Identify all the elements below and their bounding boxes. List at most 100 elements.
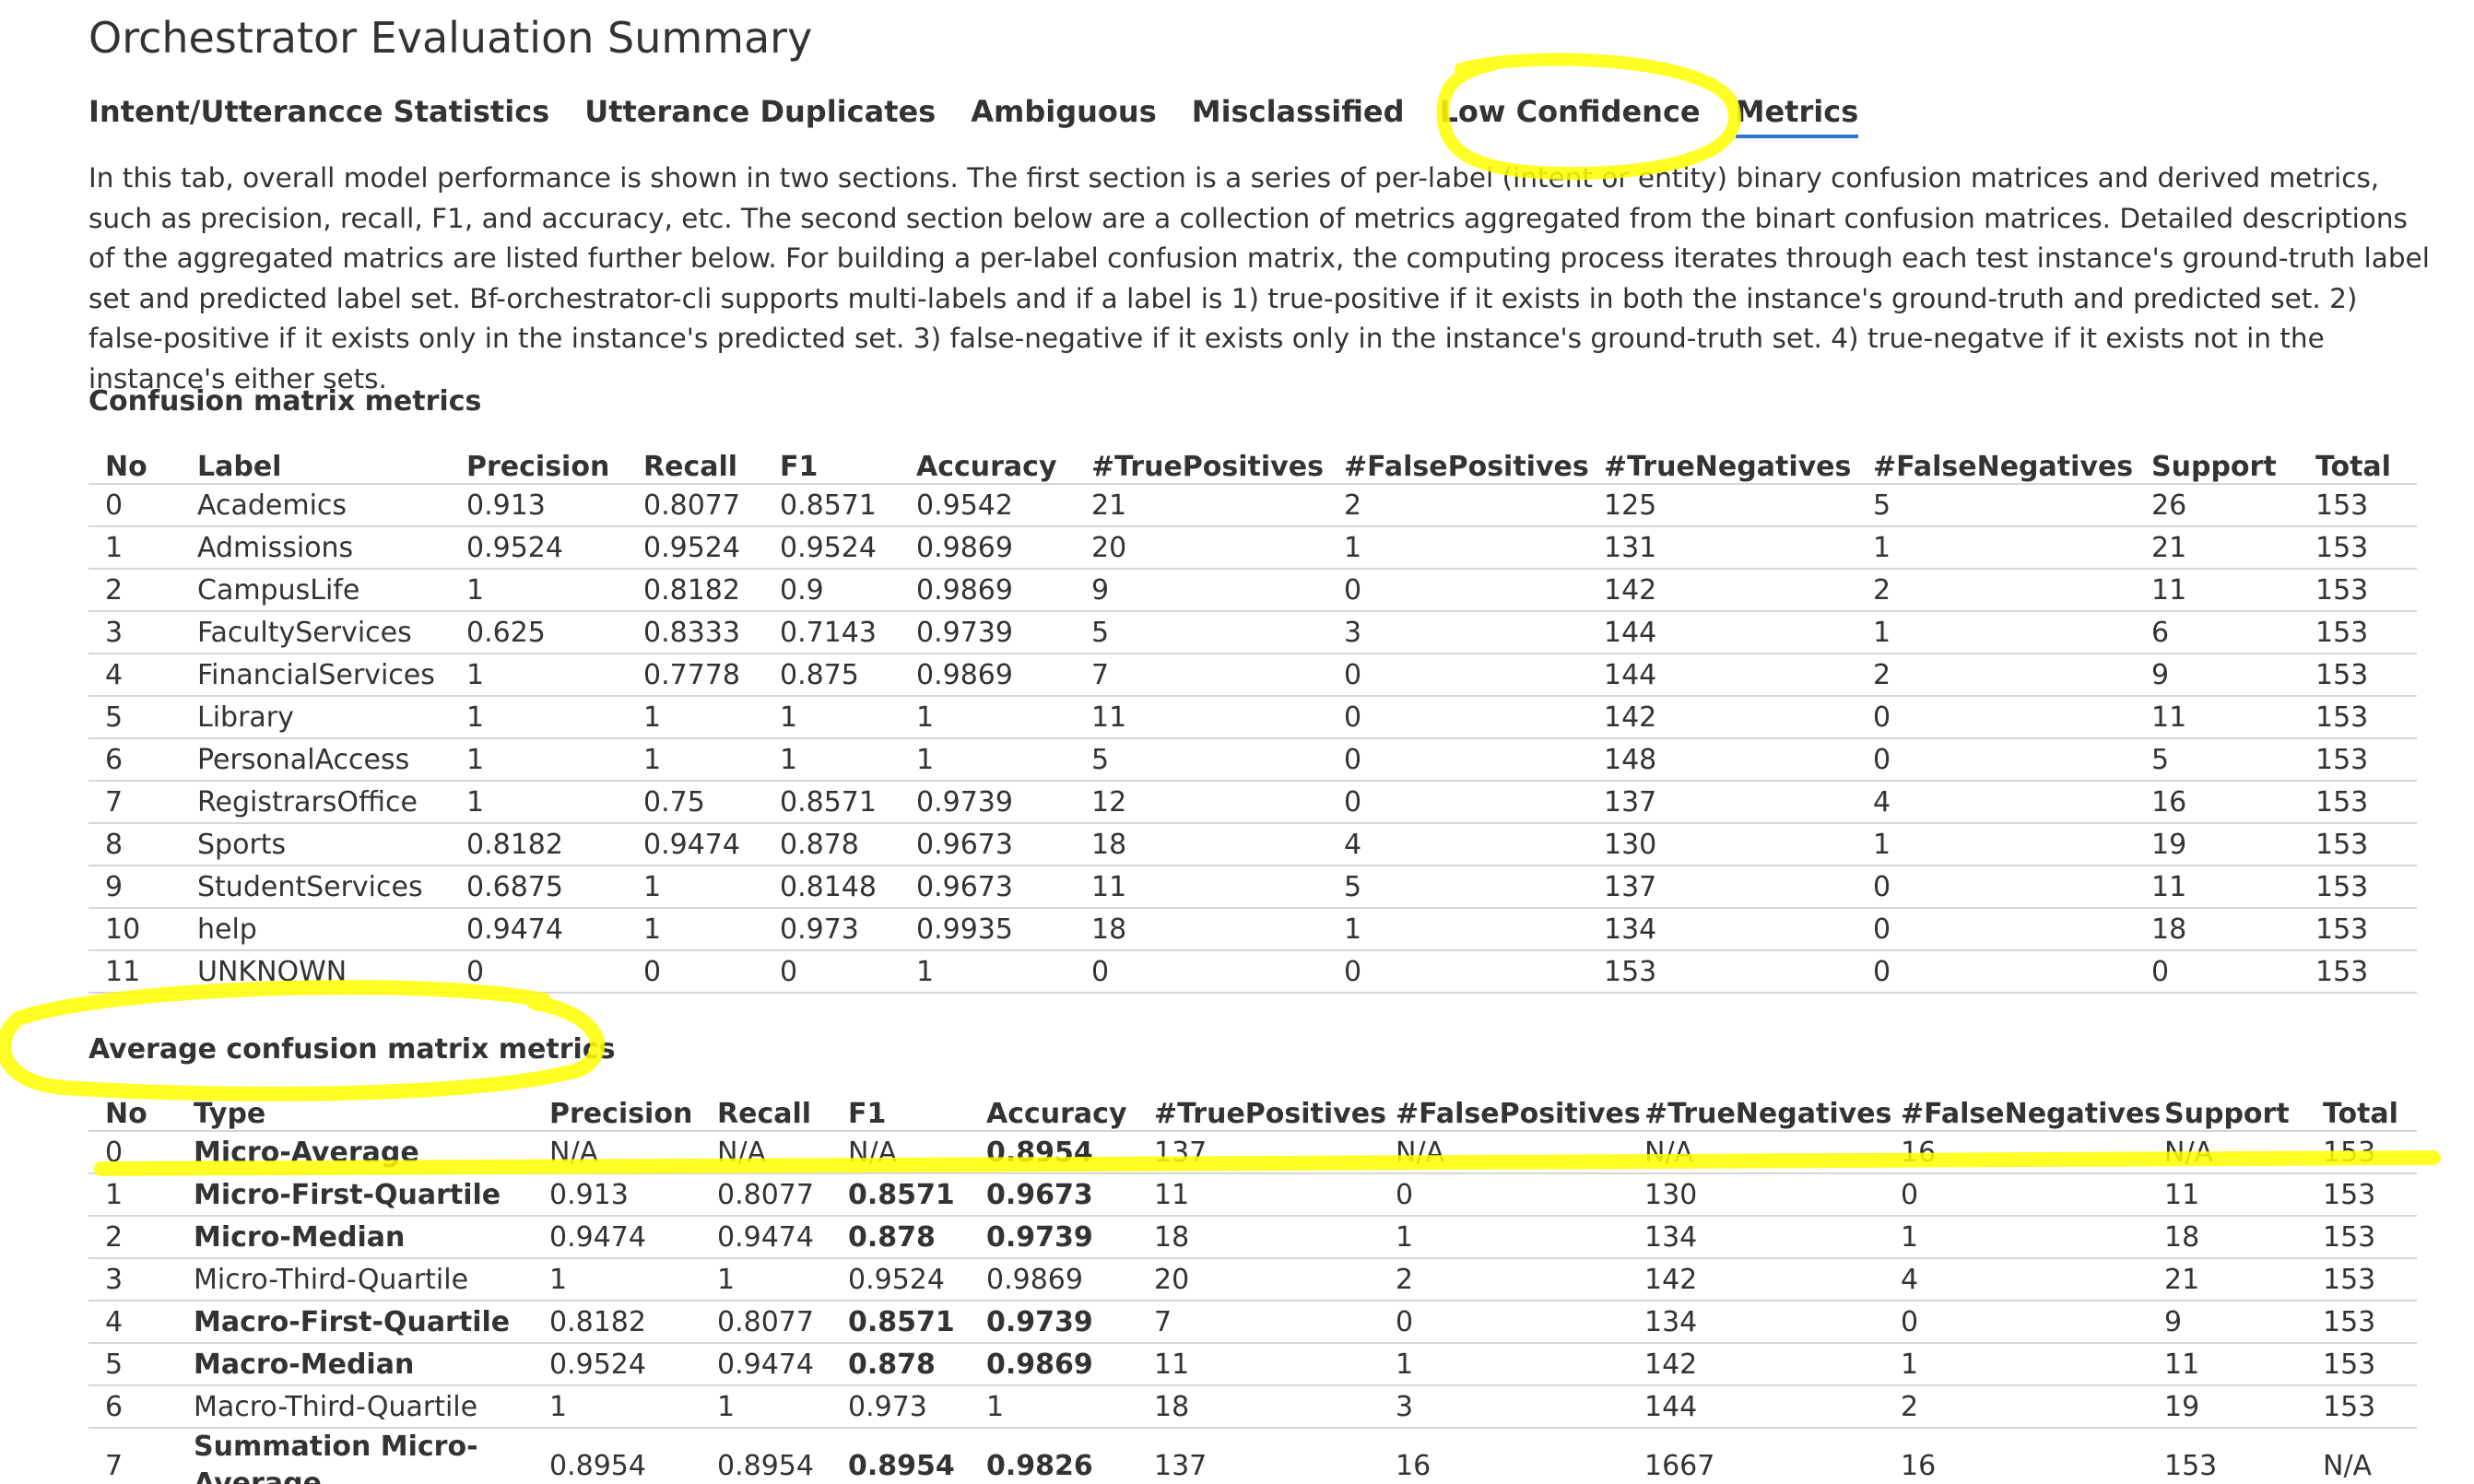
table-cell: 1 xyxy=(1884,1343,2148,1386)
table-cell: 0.9739 xyxy=(970,1216,1137,1259)
average-table-row: 4 Macro-First-Quartile 0.8182 0.8077 0.8571 0… xyxy=(88,1301,2417,1344)
table-cell: 0.9869 xyxy=(900,526,1075,570)
table-cell: 5 xyxy=(88,696,181,739)
column-header-falsepositives: #FalsePositives xyxy=(1379,1086,1641,1132)
table-cell: 5 xyxy=(1075,611,1327,654)
table-cell: 16 xyxy=(1379,1428,1628,1484)
tab-metrics[interactable]: Metrics xyxy=(1735,94,1859,138)
table-cell: Admissions xyxy=(181,526,450,570)
table-cell: 1 xyxy=(627,696,763,739)
table-cell: 5 xyxy=(1327,866,1587,909)
table-cell: 21 xyxy=(1075,484,1327,527)
table-cell: 4 xyxy=(88,1301,177,1344)
tab-utterance-duplicates[interactable]: Utterance Duplicates xyxy=(584,94,936,138)
table-cell: 142 xyxy=(1628,1258,1884,1301)
table-cell: 153 xyxy=(2299,696,2417,739)
confusion-table-row: 2 CampusLife 1 0.8182 0.9 0.9869 9 0 142 2 11 153 xyxy=(88,569,2417,612)
column-header-accuracy: Accuracy xyxy=(900,439,1075,485)
tab-low-confidence[interactable]: Low Confidence xyxy=(1440,94,1701,138)
table-cell: 153 xyxy=(2306,1131,2417,1174)
average-table-row: 1 Micro-First-Quartile 0.913 0.8077 0.8571 0.… xyxy=(88,1173,2417,1217)
tab-misclassified[interactable]: Misclassified xyxy=(1192,94,1405,138)
table-cell: 0.8954 xyxy=(701,1428,831,1484)
table-cell: 0 xyxy=(1884,1173,2148,1217)
table-cell: 1 xyxy=(763,738,900,782)
column-header-no: No xyxy=(88,1086,177,1132)
table-cell: 8 xyxy=(88,823,181,866)
table-cell: 1 xyxy=(1327,526,1587,570)
table-cell: Macro-Third-Quartile xyxy=(177,1385,533,1429)
table-cell: 0.8954 xyxy=(970,1131,1137,1174)
table-cell: 1 xyxy=(450,654,627,697)
table-cell: 11 xyxy=(1075,696,1327,739)
table-cell: FinancialServices xyxy=(181,654,450,697)
table-cell: 7 xyxy=(1137,1301,1379,1344)
table-cell: 11 xyxy=(2135,569,2299,612)
table-cell: 0.6875 xyxy=(450,866,627,909)
table-cell: 1 xyxy=(627,738,763,782)
average-heading: Average confusion matrix metrics xyxy=(88,1033,616,1066)
table-cell: 134 xyxy=(1628,1301,1884,1344)
table-cell: 11 xyxy=(2135,696,2299,739)
table-cell: 134 xyxy=(1628,1216,1884,1259)
confusion-table-row: 7 RegistrarsOffice 1 0.75 0.8571 0.9739 12 0 137… xyxy=(88,781,2417,824)
table-cell: 142 xyxy=(1628,1343,1884,1386)
table-cell: 1 xyxy=(533,1385,701,1429)
table-cell: 11 xyxy=(88,950,181,994)
table-cell: 6 xyxy=(88,738,181,782)
table-cell: 21 xyxy=(2148,1258,2306,1301)
table-cell: 3 xyxy=(1327,611,1587,654)
table-cell: 153 xyxy=(2148,1428,2306,1484)
table-cell: 0 xyxy=(1856,950,2135,994)
table-cell: 1 xyxy=(900,950,1075,994)
table-cell: 153 xyxy=(2299,950,2417,994)
table-cell: 1 xyxy=(1884,1216,2148,1259)
table-cell: 0.9869 xyxy=(900,569,1075,612)
column-header-truenegatives: #TrueNegatives xyxy=(1587,439,1856,485)
table-cell: 0.9474 xyxy=(701,1216,831,1259)
confusion-table-row: 10 help 0.9474 1 0.973 0.9935 18 1 134 0 18 153 xyxy=(88,908,2417,951)
table-cell: 0.9739 xyxy=(970,1301,1137,1344)
tab-intent-utterance-statistics[interactable]: Intent/Utterancce Statistics xyxy=(88,94,549,138)
table-cell: Micro-Third-Quartile xyxy=(177,1258,533,1301)
table-cell: 20 xyxy=(1075,526,1327,570)
tab-ambiguous[interactable]: Ambiguous xyxy=(971,94,1156,138)
table-cell: 0.9524 xyxy=(533,1343,701,1386)
table-cell: 1 xyxy=(450,696,627,739)
table-cell: 18 xyxy=(1075,823,1327,866)
table-cell: 1 xyxy=(627,908,763,951)
table-cell: 1 xyxy=(1379,1216,1628,1259)
confusion-table-row: 11 UNKNOWN 0 0 0 1 0 0 153 0 0 153 xyxy=(88,950,2417,994)
column-header-precision: Precision xyxy=(450,439,627,485)
table-cell: 137 xyxy=(1137,1131,1379,1174)
table-cell: 0.8182 xyxy=(627,569,763,612)
column-header-support: Support xyxy=(2135,439,2299,485)
table-cell: 0 xyxy=(1327,696,1587,739)
table-cell: 137 xyxy=(1587,781,1856,824)
table-cell: 11 xyxy=(1137,1173,1379,1217)
table-cell: 0.75 xyxy=(627,781,763,824)
column-header-label: Label xyxy=(181,439,450,485)
table-cell: 0.9673 xyxy=(900,823,1075,866)
table-cell: 142 xyxy=(1587,696,1856,739)
column-header-truepositives: #TruePositives xyxy=(1137,1086,1386,1132)
confusion-table-row: 8 Sports 0.8182 0.9474 0.878 0.9673 18 4 130 1 19 1… xyxy=(88,823,2417,866)
table-cell: UNKNOWN xyxy=(181,950,450,994)
table-cell: 18 xyxy=(2148,1216,2306,1259)
table-cell: 5 xyxy=(1075,738,1327,782)
table-cell: 1 xyxy=(450,569,627,612)
table-cell: 130 xyxy=(1587,823,1856,866)
table-cell: 0.9739 xyxy=(900,781,1075,824)
confusion-table-row: 0 Academics 0.913 0.8077 0.8571 0.9542 21 2 125 5… xyxy=(88,484,2417,527)
confusion-table-row: 5 Library 1 1 1 1 11 0 142 0 11 153 xyxy=(88,696,2417,739)
table-cell: 4 xyxy=(1856,781,2135,824)
table-cell: 4 xyxy=(88,654,181,697)
table-cell: 153 xyxy=(2306,1258,2417,1301)
confusion-table-row: 3 FacultyServices 0.625 0.8333 0.7143 0.9739 5… xyxy=(88,611,2417,654)
column-header-falsenegatives: #FalseNegatives xyxy=(1856,439,2135,485)
table-cell: 0 xyxy=(1327,781,1587,824)
table-cell: 0 xyxy=(2135,950,2299,994)
table-cell: 0.8077 xyxy=(627,484,763,527)
table-cell: 0 xyxy=(1856,908,2135,951)
table-cell: 0 xyxy=(1327,738,1587,782)
